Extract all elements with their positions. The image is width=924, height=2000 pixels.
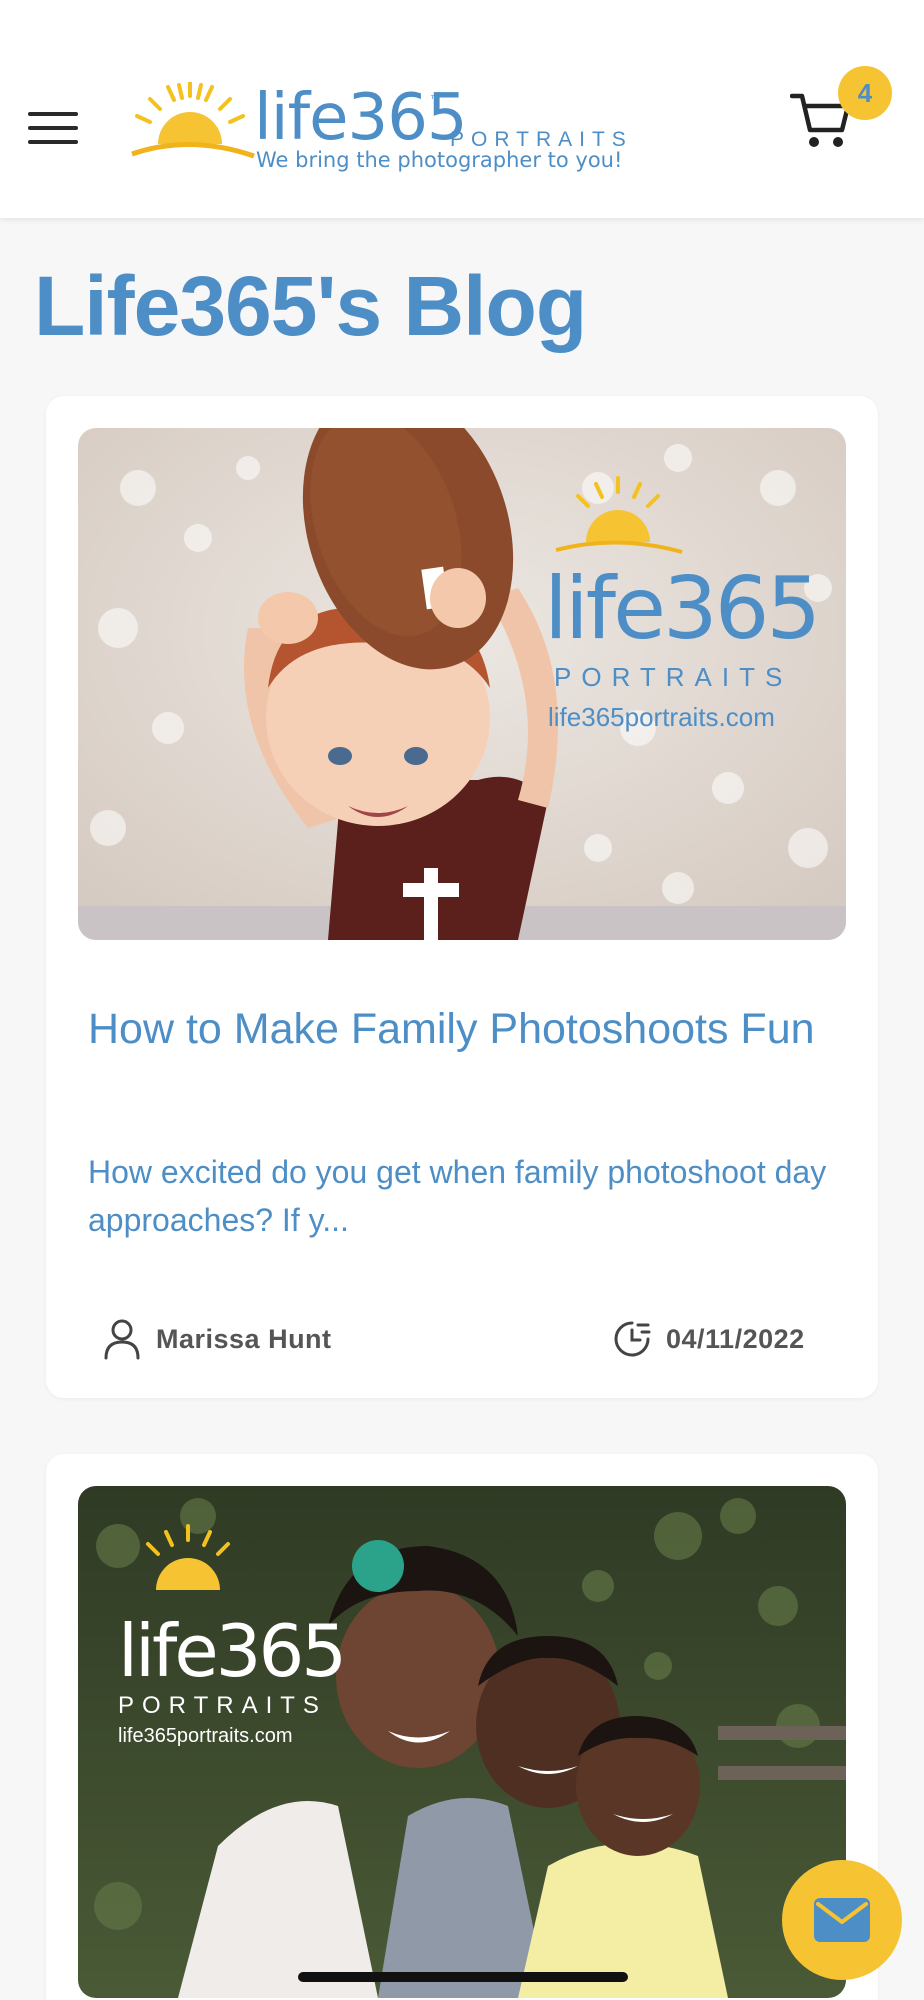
sun-logo-icon bbox=[131, 82, 255, 159]
post-image[interactable]: life365 life365portraits.com PORTRAITS bbox=[78, 428, 846, 940]
blog-post-card[interactable]: life365 life365portraits.com PORTRAITS H… bbox=[46, 396, 878, 1398]
post-excerpt: How excited do you get when family photo… bbox=[88, 1154, 827, 1238]
svg-text:life365: life365 bbox=[118, 1609, 344, 1693]
mail-icon bbox=[814, 1898, 870, 1942]
svg-text:life365: life365 bbox=[544, 559, 818, 659]
post-image[interactable]: life365 PORTRAITS life365portraits.com bbox=[78, 1486, 846, 1998]
svg-text:PORTRAITS: PORTRAITS bbox=[118, 1692, 327, 1719]
post-author: Marissa Hunt bbox=[102, 1314, 332, 1364]
home-indicator bbox=[298, 1972, 628, 1982]
logo-tagline: We bring the photographer to you! bbox=[256, 148, 623, 172]
menu-icon[interactable] bbox=[28, 112, 80, 146]
brand-logo[interactable]: life365 ™ PORTRAITS We bring the photogr… bbox=[128, 82, 648, 182]
logo-trademark: ™ bbox=[430, 94, 440, 105]
svg-text:life365portraits.com: life365portraits.com bbox=[548, 702, 775, 732]
cart-count-badge: 4 bbox=[838, 66, 892, 120]
post-date: 04/11/2022 bbox=[612, 1314, 805, 1364]
svg-text:PORTRAITS: PORTRAITS bbox=[554, 662, 792, 692]
clock-icon bbox=[614, 1321, 651, 1357]
blog-post-card[interactable]: life365 PORTRAITS life365portraits.com bbox=[46, 1454, 878, 2000]
page-title: Life365's Blog bbox=[34, 259, 587, 353]
user-icon bbox=[104, 1319, 140, 1360]
post-author-name: Marissa Hunt bbox=[156, 1323, 332, 1354]
svg-text:life365portraits.com: life365portraits.com bbox=[118, 1725, 293, 1747]
contact-mail-button[interactable] bbox=[782, 1860, 902, 1980]
app-header: life365 ™ PORTRAITS We bring the photogr… bbox=[0, 0, 924, 218]
post-title-link[interactable]: How to Make Family Photoshoots Fun bbox=[88, 1002, 828, 1056]
post-date-text: 04/11/2022 bbox=[666, 1323, 805, 1354]
